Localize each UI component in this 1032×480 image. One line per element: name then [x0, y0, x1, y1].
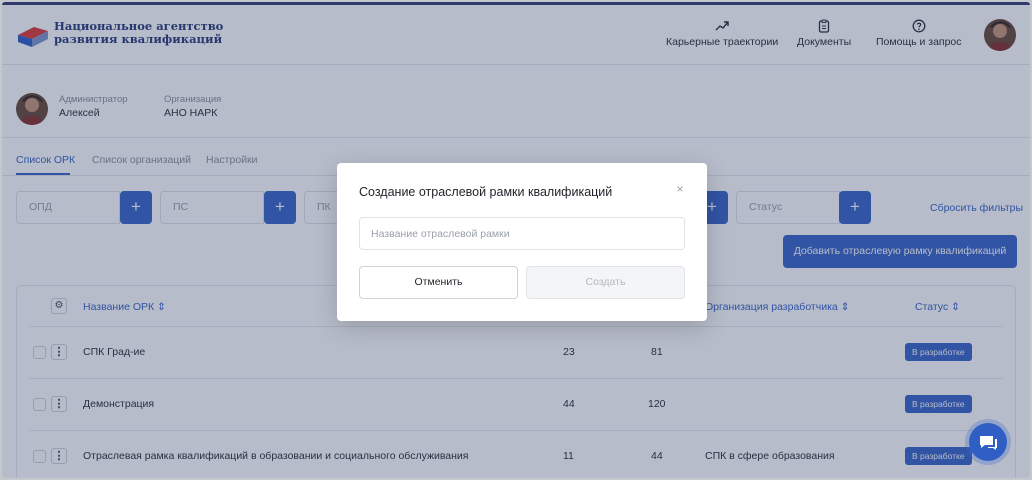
close-icon[interactable]: ×	[674, 183, 686, 195]
chat-icon	[980, 436, 997, 450]
create-button[interactable]: Создать	[526, 266, 685, 299]
dialog-title: Создание отраслевой рамки квалификаций	[359, 185, 613, 199]
cancel-button[interactable]: Отменить	[359, 266, 518, 299]
chat-button[interactable]	[969, 423, 1007, 461]
create-ork-dialog: Создание отраслевой рамки квалификаций ×…	[337, 163, 707, 321]
app-window: Национальное агентство развития квалифик…	[2, 2, 1030, 478]
ork-name-input[interactable]	[359, 217, 685, 250]
